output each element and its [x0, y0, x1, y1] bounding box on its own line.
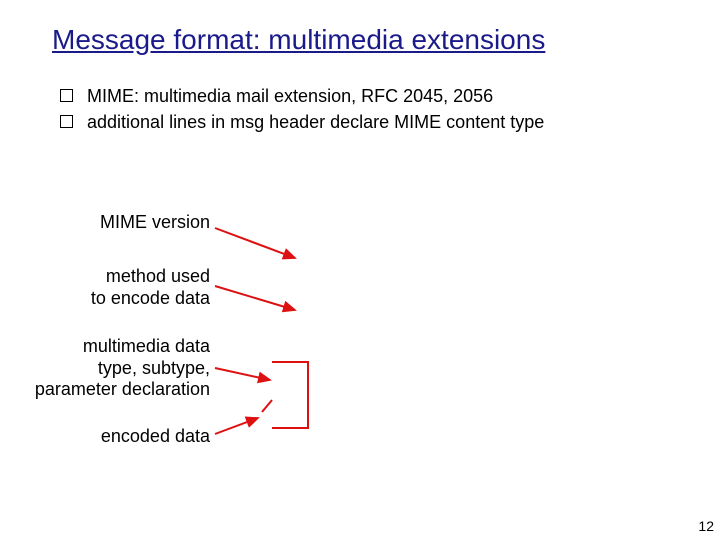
label-line: method used — [106, 266, 210, 286]
label-line: parameter declaration — [35, 379, 210, 399]
label-encoded-data: encoded data — [50, 426, 210, 448]
page-number: 12 — [698, 518, 714, 534]
label-method-used: method used to encode data — [50, 266, 210, 309]
annotation-labels: MIME version method used to encode data … — [0, 0, 720, 540]
label-multimedia-data: multimedia data type, subtype, parameter… — [20, 336, 210, 401]
label-line: to encode data — [91, 288, 210, 308]
label-line: multimedia data — [83, 336, 210, 356]
label-mime-version: MIME version — [50, 212, 210, 234]
label-line: type, subtype, — [98, 358, 210, 378]
